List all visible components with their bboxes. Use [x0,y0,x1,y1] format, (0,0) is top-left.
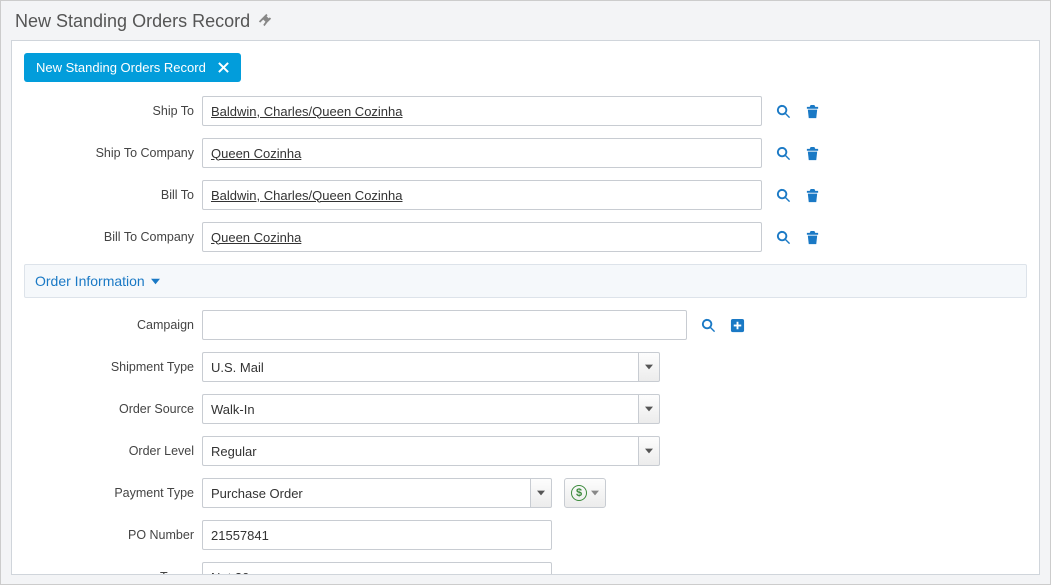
shipment-type-label: Shipment Type [24,360,202,374]
order-level-select[interactable] [202,436,638,466]
trash-icon[interactable] [805,188,820,203]
pin-icon[interactable] [258,13,272,30]
bill-to-input[interactable] [202,180,762,210]
dropdown-icon[interactable] [530,478,552,508]
ship-to-input[interactable] [202,96,762,126]
section-order-information[interactable]: Order Information [24,264,1027,298]
page-header: New Standing Orders Record [1,1,1050,40]
search-icon[interactable] [701,318,716,333]
dropdown-icon[interactable] [638,436,660,466]
dropdown-icon[interactable] [638,352,660,382]
plus-icon[interactable] [730,318,745,333]
trash-icon[interactable] [805,104,820,119]
dropdown-icon[interactable] [638,394,660,424]
chevron-down-icon [151,277,160,286]
po-number-label: PO Number [24,528,202,542]
search-icon[interactable] [776,146,791,161]
form-panel: New Standing Orders Record Ship To Ship … [11,40,1040,575]
terms-label: Terms [24,570,202,575]
po-number-input[interactable] [202,520,552,550]
ship-to-label: Ship To [24,104,202,118]
trash-icon[interactable] [805,230,820,245]
dollar-icon: $ [571,485,587,501]
section-title: Order Information [35,273,145,289]
terms-input[interactable] [202,562,552,575]
bill-to-company-label: Bill To Company [24,230,202,244]
bill-to-label: Bill To [24,188,202,202]
record-tab[interactable]: New Standing Orders Record [24,53,241,82]
campaign-label: Campaign [24,318,202,332]
trash-icon[interactable] [805,146,820,161]
page-title: New Standing Orders Record [15,11,250,32]
order-source-label: Order Source [24,402,202,416]
payment-action-button[interactable]: $ [564,478,606,508]
search-icon[interactable] [776,104,791,119]
close-icon[interactable] [218,62,229,73]
search-icon[interactable] [776,230,791,245]
ship-to-company-label: Ship To Company [24,146,202,160]
campaign-input[interactable] [202,310,687,340]
order-source-select[interactable] [202,394,638,424]
shipment-type-select[interactable] [202,352,638,382]
bill-to-company-input[interactable] [202,222,762,252]
search-icon[interactable] [776,188,791,203]
record-tab-label: New Standing Orders Record [36,60,206,75]
payment-type-select[interactable] [202,478,530,508]
ship-to-company-input[interactable] [202,138,762,168]
order-level-label: Order Level [24,444,202,458]
payment-type-label: Payment Type [24,486,202,500]
chevron-down-icon [591,489,599,497]
